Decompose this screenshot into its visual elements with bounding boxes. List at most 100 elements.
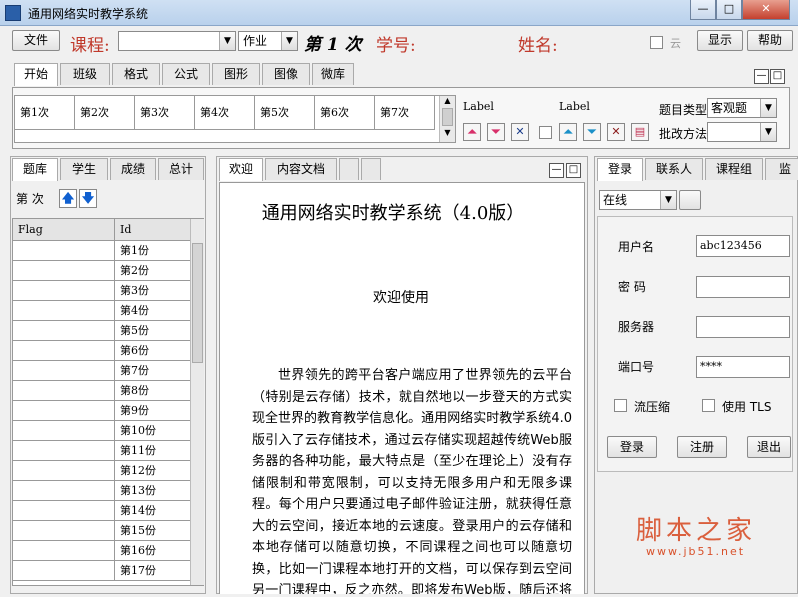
grading-method-select[interactable]: ▼: [707, 122, 777, 142]
table-row[interactable]: 第15份: [13, 521, 191, 541]
id-cell[interactable]: 第6份: [115, 341, 191, 361]
session-cell[interactable]: 第5次: [255, 96, 315, 130]
id-cell[interactable]: 第2份: [115, 261, 191, 281]
tab-welcome[interactable]: 欢迎: [219, 158, 263, 181]
flag-cell[interactable]: [13, 461, 115, 481]
tab-monitor[interactable]: 监: [765, 158, 798, 180]
id-cell[interactable]: 第17份: [115, 561, 191, 581]
tab-students[interactable]: 学生: [60, 158, 108, 180]
tab-blank-1[interactable]: [339, 158, 359, 180]
flag-cell[interactable]: [13, 441, 115, 461]
course-select[interactable]: ▼: [118, 31, 236, 51]
flag-cell[interactable]: [13, 481, 115, 501]
id-cell[interactable]: 第13份: [115, 481, 191, 501]
down-icon[interactable]: ⏷: [583, 123, 601, 141]
id-cell[interactable]: 第7份: [115, 361, 191, 381]
id-cell[interactable]: 第1份: [115, 241, 191, 261]
ribbon-tab-class[interactable]: 班级: [60, 63, 110, 85]
center-minimize-icon[interactable]: —: [549, 163, 564, 178]
tab-blank-2[interactable]: [361, 158, 381, 180]
move-top-icon[interactable]: ⏶: [463, 123, 481, 141]
move-bottom-icon[interactable]: ⏷: [487, 123, 505, 141]
table-row[interactable]: 第17份: [13, 561, 191, 581]
help-button[interactable]: 帮助: [747, 30, 793, 51]
session-cell[interactable]: 第1次: [15, 96, 75, 130]
password-input[interactable]: [696, 276, 790, 298]
table-row[interactable]: 第9份: [13, 401, 191, 421]
file-menu-button[interactable]: 文件: [12, 30, 60, 51]
document-icon[interactable]: ▤: [631, 123, 649, 141]
maximize-button[interactable]: □: [716, 0, 742, 20]
status-select[interactable]: 在线 ▼: [599, 190, 677, 210]
tls-checkbox[interactable]: [702, 399, 715, 412]
tab-summary[interactable]: 总计: [158, 158, 204, 180]
flag-cell[interactable]: [13, 361, 115, 381]
center-restore-icon[interactable]: □: [566, 163, 581, 178]
id-cell[interactable]: 第10份: [115, 421, 191, 441]
session-cell[interactable]: 第6次: [315, 96, 375, 130]
tab-question-bank[interactable]: 题库: [12, 158, 58, 181]
arrow-up-icon[interactable]: 🡅: [59, 189, 77, 208]
session-cell[interactable]: 第3次: [135, 96, 195, 130]
table-row[interactable]: 第5份: [13, 321, 191, 341]
flag-cell[interactable]: [13, 401, 115, 421]
table-row[interactable]: 第2份: [13, 261, 191, 281]
up-icon[interactable]: ⏶: [559, 123, 577, 141]
ribbon-tab-library[interactable]: 微库: [312, 63, 354, 85]
ribbon-minimize-icon[interactable]: —: [754, 69, 769, 84]
exit-button[interactable]: 退出: [747, 436, 791, 458]
tab-scores[interactable]: 成绩: [110, 158, 156, 180]
grid-scrollbar[interactable]: [190, 219, 204, 585]
flag-cell[interactable]: [13, 341, 115, 361]
ribbon-checkbox[interactable]: [539, 126, 552, 139]
flag-cell[interactable]: [13, 501, 115, 521]
session-cell[interactable]: 第7次: [375, 96, 435, 130]
session-scrollbar[interactable]: ▲ ▼: [439, 96, 455, 142]
id-cell[interactable]: 第14份: [115, 501, 191, 521]
id-cell[interactable]: 第15份: [115, 521, 191, 541]
remove-icon[interactable]: ✕: [607, 123, 625, 141]
question-type-select[interactable]: 客观题 ▼: [707, 98, 777, 118]
flag-cell[interactable]: [13, 561, 115, 581]
homework-select[interactable]: 作业 ▼: [238, 31, 298, 51]
table-row[interactable]: 第16份: [13, 541, 191, 561]
port-input[interactable]: ****: [696, 356, 790, 378]
tab-content-docs[interactable]: 内容文档: [265, 158, 337, 180]
id-cell[interactable]: 第4份: [115, 301, 191, 321]
flag-cell[interactable]: [13, 281, 115, 301]
tab-contacts[interactable]: 联系人: [645, 158, 703, 180]
id-cell[interactable]: 第9份: [115, 401, 191, 421]
ribbon-tab-start[interactable]: 开始: [14, 63, 58, 86]
table-row[interactable]: 第7份: [13, 361, 191, 381]
session-cell[interactable]: 第2次: [75, 96, 135, 130]
table-row[interactable]: 第10份: [13, 421, 191, 441]
flag-cell[interactable]: [13, 321, 115, 341]
column-header-flag[interactable]: Flag: [13, 219, 115, 241]
id-cell[interactable]: 第3份: [115, 281, 191, 301]
compress-checkbox[interactable]: [614, 399, 627, 412]
ribbon-tab-format[interactable]: 格式: [112, 63, 160, 85]
ribbon-tab-image[interactable]: 图像: [262, 63, 310, 85]
flag-cell[interactable]: [13, 421, 115, 441]
tab-course-group[interactable]: 课程组: [705, 158, 763, 180]
ribbon-restore-icon[interactable]: □: [770, 69, 785, 84]
server-input[interactable]: [696, 316, 790, 338]
flag-cell[interactable]: [13, 381, 115, 401]
display-button[interactable]: 显示: [697, 30, 743, 51]
table-row[interactable]: 第1份: [13, 241, 191, 261]
table-row[interactable]: 第6份: [13, 341, 191, 361]
arrow-down-icon[interactable]: 🡇: [79, 189, 97, 208]
flag-cell[interactable]: [13, 241, 115, 261]
flag-cell[interactable]: [13, 301, 115, 321]
id-cell[interactable]: 第11份: [115, 441, 191, 461]
minimize-button[interactable]: —: [690, 0, 716, 20]
table-row[interactable]: 第13份: [13, 481, 191, 501]
flag-cell[interactable]: [13, 261, 115, 281]
tab-login[interactable]: 登录: [597, 158, 643, 181]
table-row[interactable]: 第3份: [13, 281, 191, 301]
table-row[interactable]: 第14份: [13, 501, 191, 521]
username-input[interactable]: abc123456: [696, 235, 790, 257]
flag-cell[interactable]: [13, 541, 115, 561]
flag-cell[interactable]: [13, 521, 115, 541]
register-button[interactable]: 注册: [677, 436, 727, 458]
